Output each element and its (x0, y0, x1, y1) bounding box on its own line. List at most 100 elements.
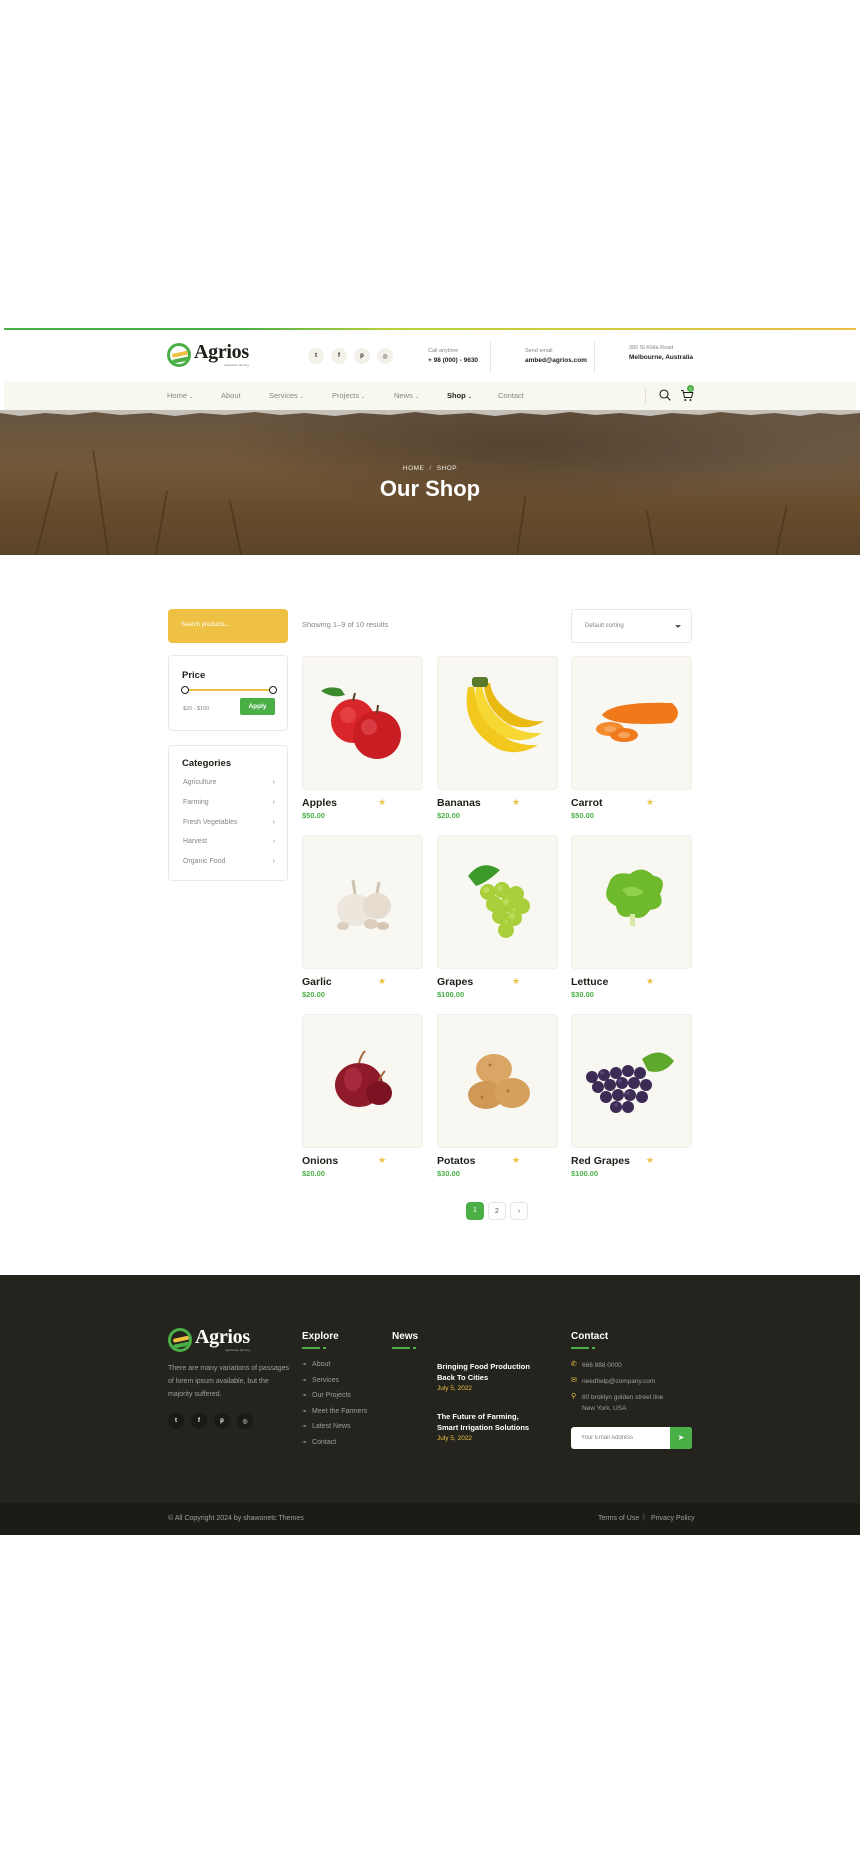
categories-title: Categories (182, 758, 232, 769)
page-title: Our Shop (379, 476, 481, 501)
header-divider (594, 342, 595, 372)
footer-link[interactable]: ❧ Services (302, 1377, 339, 1384)
chevron-right-icon: › (272, 779, 275, 786)
logo[interactable]: Agrios agriculture farming (167, 342, 249, 367)
category-item[interactable]: Organic Food › (183, 858, 275, 865)
price-range-value: $20 - $100 (183, 706, 210, 712)
footer-link[interactable]: ❧ Our Projects (302, 1392, 351, 1399)
product-price: $100.00 (437, 990, 465, 999)
apply-price-button[interactable]: Apply (240, 698, 275, 715)
category-label: Organic Food (183, 858, 226, 865)
footer-link[interactable]: ❧ About (302, 1361, 330, 1368)
facebook-icon[interactable]: f (331, 348, 347, 364)
nav-news[interactable]: News ⌄ (394, 391, 419, 400)
chevron-down-icon: ⌄ (189, 394, 194, 400)
nav-shop[interactable]: Shop ⌄ (447, 391, 472, 400)
envelope-icon: ✉ (571, 1377, 577, 1384)
product-image-bananas[interactable] (437, 656, 558, 790)
nav-home-label: Home (167, 391, 188, 400)
site-footer: Agrios agriculture farming There are man… (0, 1275, 860, 1503)
product-image-garlic[interactable] (302, 835, 423, 969)
nav-divider (645, 388, 646, 404)
page-2-button[interactable]: 2 (488, 1202, 506, 1220)
category-label: Fresh Vegetables (183, 819, 238, 826)
nav-home[interactable]: Home ⌄ (167, 391, 193, 400)
red-grapes-image (586, 1052, 674, 1113)
product-name[interactable]: Bananas (437, 797, 481, 809)
news-item-title[interactable]: The Future of Farming, Smart Irrigation … (437, 1411, 537, 1433)
nav-projects[interactable]: Projects ⌄ (332, 391, 365, 400)
category-item[interactable]: Agriculture › (183, 779, 275, 786)
price-filter-title: Price (182, 670, 206, 681)
star-icon: ★ (378, 976, 387, 986)
product-image-grapes[interactable] (437, 835, 558, 969)
footer-logo[interactable]: Agrios agriculture farming (168, 1327, 250, 1352)
pinterest-icon[interactable]: p (214, 1413, 230, 1429)
twitter-icon[interactable]: t (308, 348, 324, 364)
footer-link[interactable]: ❧ Contact (302, 1439, 336, 1446)
price-slider-min-handle[interactable] (181, 686, 189, 694)
privacy-link[interactable]: Privacy Policy (651, 1515, 695, 1522)
footer-link[interactable]: ❧ Meet the Farmers (302, 1408, 367, 1415)
product-image-red-grapes[interactable] (571, 1014, 692, 1148)
nav-services[interactable]: Services ⌄ (269, 391, 304, 400)
product-image-lettuce[interactable] (571, 835, 692, 969)
product-name[interactable]: Lettuce (571, 976, 608, 988)
product-image-carrot[interactable] (571, 656, 692, 790)
search-icon[interactable] (659, 389, 671, 401)
star-icon: ★ (646, 1155, 655, 1165)
next-page-button[interactable]: › (510, 1202, 528, 1220)
category-item[interactable]: Farming › (183, 799, 275, 806)
nav-contact-label: Contact (498, 391, 524, 400)
contact-email[interactable]: needhelp@company.com (582, 1376, 655, 1387)
footer-socials: t f p ◎ (168, 1413, 253, 1429)
price-slider-track[interactable] (185, 689, 273, 691)
product-image-potatos[interactable] (437, 1014, 558, 1148)
instagram-icon[interactable]: ◎ (377, 348, 393, 364)
contact-address-line2: New York, USA (582, 1405, 627, 1412)
call-info[interactable]: Call anytime + 98 (000) - 9630 (428, 347, 478, 365)
sort-select[interactable]: Default sorting (571, 609, 692, 643)
page-1-button[interactable]: 1 (466, 1202, 484, 1220)
contact-phone[interactable]: 666 888 0000 (582, 1360, 622, 1371)
product-name[interactable]: Onions (302, 1155, 338, 1167)
breadcrumb-home[interactable]: HOME (403, 465, 425, 472)
product-name[interactable]: Grapes (437, 976, 473, 988)
newsletter-email-input[interactable] (571, 1427, 670, 1449)
footer-link-label: Meet the Farmers (312, 1408, 368, 1415)
nav-about[interactable]: About (221, 391, 241, 400)
header-divider (490, 342, 491, 372)
send-icon[interactable]: ➤ (670, 1427, 692, 1449)
product-name[interactable]: Red Grapes (571, 1155, 630, 1167)
categories-card: Categories Agriculture › Farming › Fresh V… (168, 745, 288, 881)
product-search-input[interactable]: Search products... (168, 609, 288, 643)
category-item[interactable]: Harvest › (183, 838, 275, 845)
footer-link[interactable]: ❧ Latest News (302, 1423, 351, 1430)
facebook-icon[interactable]: f (191, 1413, 207, 1429)
product-image-onions[interactable] (302, 1014, 423, 1148)
product-name[interactable]: Carrot (571, 797, 603, 809)
email-info[interactable]: Send email ambed@agrios.com (525, 347, 587, 365)
nav-contact[interactable]: Contact (498, 391, 524, 400)
news-item-title[interactable]: Bringing Food Production Back To Cities (437, 1361, 537, 1383)
category-item[interactable]: Fresh Vegetables › (183, 819, 275, 826)
instagram-icon[interactable]: ◎ (237, 1413, 253, 1429)
product-name[interactable]: Garlic (302, 976, 332, 988)
star-icon: ★ (512, 976, 521, 986)
chevron-down-icon: ⌄ (414, 394, 419, 400)
product-price: $30.00 (571, 990, 594, 999)
logo-tagline: agriculture farming (224, 363, 249, 367)
leaf-icon: ❧ (302, 1424, 308, 1430)
product-name[interactable]: Apples (302, 797, 337, 809)
footer-link-label: Latest News (312, 1423, 351, 1430)
price-slider-max-handle[interactable] (269, 686, 277, 694)
potatos-image (468, 1054, 530, 1109)
terms-link[interactable]: Terms of Use (598, 1515, 639, 1522)
chevron-down-icon: ⌄ (467, 394, 472, 400)
twitter-icon[interactable]: t (168, 1413, 184, 1429)
footer-about-text: There are many variations of passages of… (168, 1365, 290, 1398)
product-name[interactable]: Potatos (437, 1155, 476, 1167)
address-value: Melbourne, Australia (629, 354, 694, 361)
pinterest-icon[interactable]: p (354, 348, 370, 364)
product-image-apples[interactable] (302, 656, 423, 790)
